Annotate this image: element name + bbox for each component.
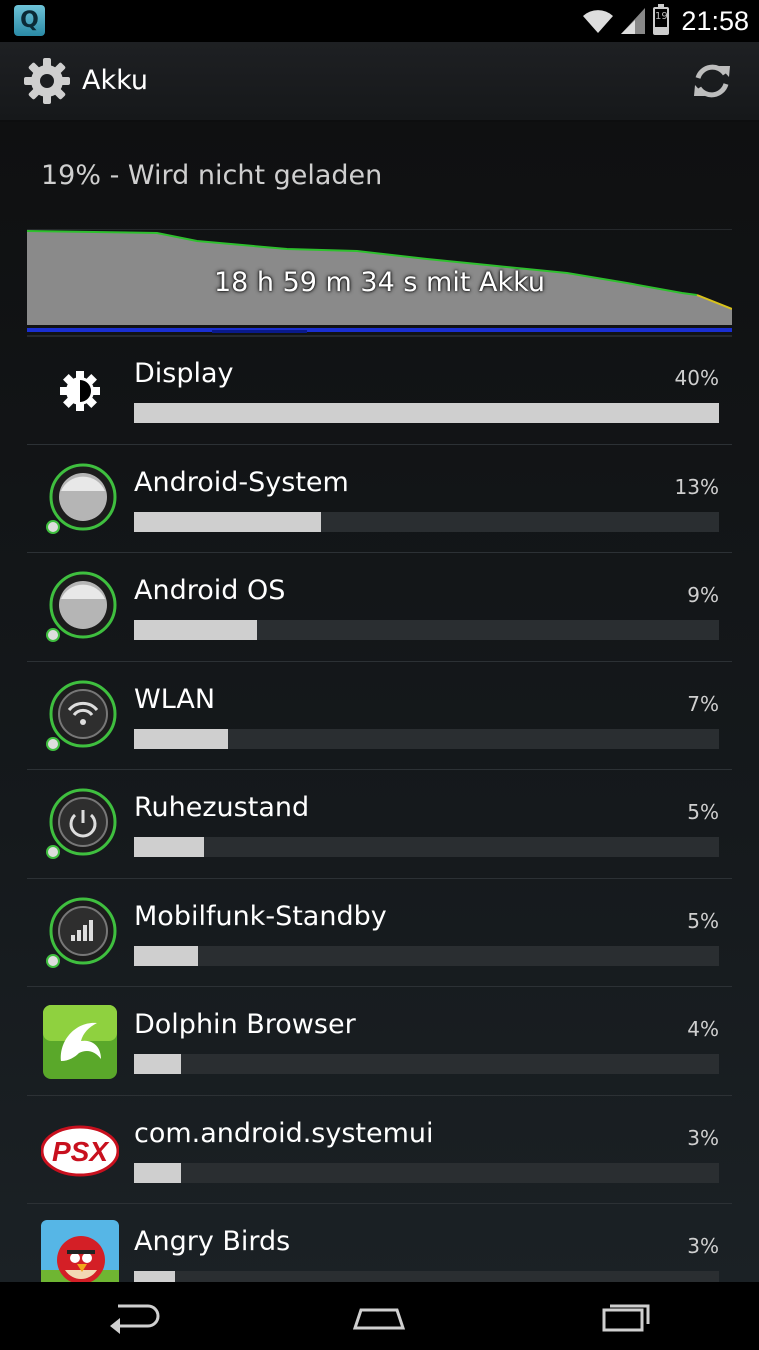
usage-item-name: Android-System	[134, 466, 349, 498]
list-item-systemui[interactable]: PSX com.android.systemui 3%	[27, 1096, 732, 1204]
usage-item-name: Mobilfunk-Standby	[134, 900, 387, 932]
usage-item-name: Android OS	[134, 575, 286, 606]
usage-item-percent: 5%	[687, 800, 719, 824]
android-os-icon	[46, 571, 117, 642]
angry-birds-icon	[41, 1220, 119, 1282]
battery-duration-label: 18 h 59 m 34 s mit Akku	[213, 267, 546, 298]
usage-item-name: Angry Birds	[134, 1226, 291, 1257]
settings-gear-icon[interactable]	[22, 56, 72, 106]
usage-item-name: Ruhezustand	[134, 792, 310, 823]
recent-apps-icon[interactable]	[596, 1296, 656, 1336]
list-item-mobilfunk-standby[interactable]: Mobilfunk-Standby 5%	[27, 879, 732, 987]
usage-item-percent: 3%	[687, 1234, 719, 1258]
brightness-icon	[60, 371, 100, 411]
psx-icon: PSX	[41, 1125, 119, 1176]
back-icon[interactable]	[104, 1296, 164, 1336]
dolphin-browser-icon	[43, 1005, 117, 1079]
usage-item-percent: 9%	[687, 583, 719, 607]
usage-item-name: com.android.systemui	[134, 1117, 434, 1149]
psx-logo-text: PSX	[52, 1136, 110, 1167]
usage-bar	[134, 837, 719, 857]
android-system-icon	[46, 463, 117, 534]
usage-item-percent: 7%	[687, 691, 719, 716]
cell-signal-icon	[46, 897, 117, 968]
usage-bar	[134, 403, 719, 423]
wifi-icon	[46, 680, 117, 751]
signal-icon	[621, 8, 646, 34]
usage-item-name: WLAN	[134, 683, 216, 715]
battery-icon: 19	[653, 4, 670, 35]
page-title: Akku	[82, 65, 149, 96]
list-item-display[interactable]: Display 40%	[27, 336, 732, 445]
list-item-android-os[interactable]: Android OS 9%	[27, 553, 732, 662]
usage-item-percent: 5%	[687, 908, 719, 933]
usage-item-name: Display	[134, 358, 234, 389]
usage-item-percent: 3%	[687, 1125, 719, 1150]
navigation-bar	[0, 1282, 759, 1350]
list-item-dolphin-browser[interactable]: Dolphin Browser 4%	[27, 987, 732, 1096]
home-icon[interactable]	[349, 1296, 409, 1336]
battery-history-graph[interactable]: 18 h 59 m 34 s mit Akku	[26, 228, 733, 337]
usage-item-percent: 40%	[674, 366, 719, 390]
usage-bar	[134, 945, 719, 966]
battery-content: 19% - Wird nicht geladen 18 h 59 m 34 s …	[0, 122, 759, 1282]
usage-item-name: Dolphin Browser	[134, 1009, 356, 1040]
battery-status-text: 19% - Wird nicht geladen	[41, 160, 383, 191]
power-icon	[46, 788, 117, 859]
list-item-android-system[interactable]: Android-System 13%	[27, 445, 732, 553]
usage-bar	[134, 511, 719, 532]
usage-item-percent: 13%	[674, 474, 719, 499]
list-item-angry-birds[interactable]: Angry Birds 3%	[27, 1204, 732, 1282]
usage-bar	[134, 1054, 719, 1074]
action-bar: Akku	[0, 42, 759, 122]
status-icons: 19 21:58	[583, 0, 749, 42]
usage-item-percent: 4%	[687, 1017, 719, 1041]
usage-bar	[134, 620, 719, 640]
usage-bar	[134, 728, 719, 749]
usage-bar	[134, 1271, 719, 1282]
wifi-icon	[583, 10, 614, 33]
notification-q-icon: Q	[14, 5, 45, 36]
clock: 21:58	[681, 5, 749, 36]
refresh-icon[interactable]	[691, 60, 733, 102]
usage-bar	[134, 1162, 719, 1183]
list-item-ruhezustand[interactable]: Ruhezustand 5%	[27, 770, 732, 879]
usage-list: Display 40% Android-System 13% Android O	[27, 336, 732, 1282]
status-bar: Q 19 21:58	[0, 0, 759, 42]
list-item-wlan[interactable]: WLAN 7%	[27, 662, 732, 770]
